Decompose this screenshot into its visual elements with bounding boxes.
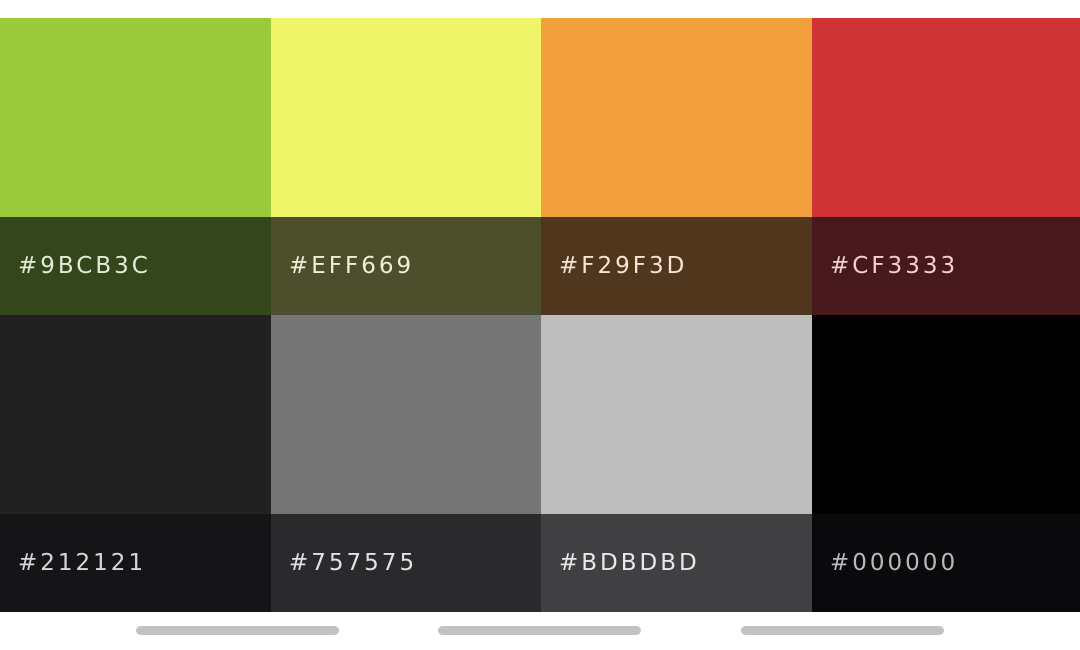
hex-label-bar: #CF3333 xyxy=(812,217,1080,315)
hex-code-label: #BDBDBD xyxy=(559,550,700,576)
hex-code-label: #EFF669 xyxy=(289,253,415,279)
swatch-000000[interactable]: #000000 xyxy=(812,315,1080,612)
color-block[interactable] xyxy=(271,315,541,514)
swatch-9bcb3c[interactable]: #9BCB3C xyxy=(0,18,271,315)
palette-row-neutral: #212121 #757575 #BDBDBD #000000 xyxy=(0,315,1080,612)
swatch-f29f3d[interactable]: #F29F3D xyxy=(541,18,812,315)
hex-code-label: #CF3333 xyxy=(830,253,959,279)
scroll-segment[interactable] xyxy=(438,626,641,635)
color-block[interactable] xyxy=(541,315,812,514)
swatch-eff669[interactable]: #EFF669 xyxy=(271,18,541,315)
hex-label-bar: #000000 xyxy=(812,514,1080,612)
palette-row-bright: #9BCB3C #EFF669 #F29F3D #CF3333 xyxy=(0,18,1080,315)
hex-code-label: #757575 xyxy=(289,550,418,576)
hex-code-label: #9BCB3C xyxy=(18,253,151,279)
hex-label-bar: #F29F3D xyxy=(541,217,812,315)
color-block[interactable] xyxy=(812,18,1080,217)
color-block[interactable] xyxy=(0,315,271,514)
color-block[interactable] xyxy=(0,18,271,217)
hex-label-bar: #212121 xyxy=(0,514,271,612)
color-palette-grid: #9BCB3C #EFF669 #F29F3D #CF3333 #212121 … xyxy=(0,18,1080,612)
color-block[interactable] xyxy=(271,18,541,217)
color-block[interactable] xyxy=(541,18,812,217)
swatch-757575[interactable]: #757575 xyxy=(271,315,541,612)
swatch-212121[interactable]: #212121 xyxy=(0,315,271,612)
color-block[interactable] xyxy=(812,315,1080,514)
horizontal-scroll-indicator[interactable] xyxy=(0,626,1080,636)
scroll-segment[interactable] xyxy=(136,626,339,635)
hex-code-label: #000000 xyxy=(830,550,959,576)
hex-label-bar: #757575 xyxy=(271,514,541,612)
hex-label-bar: #9BCB3C xyxy=(0,217,271,315)
hex-code-label: #F29F3D xyxy=(559,253,688,279)
hex-label-bar: #BDBDBD xyxy=(541,514,812,612)
scroll-segment[interactable] xyxy=(741,626,944,635)
hex-label-bar: #EFF669 xyxy=(271,217,541,315)
swatch-cf3333[interactable]: #CF3333 xyxy=(812,18,1080,315)
hex-code-label: #212121 xyxy=(18,550,147,576)
swatch-bdbdbd[interactable]: #BDBDBD xyxy=(541,315,812,612)
